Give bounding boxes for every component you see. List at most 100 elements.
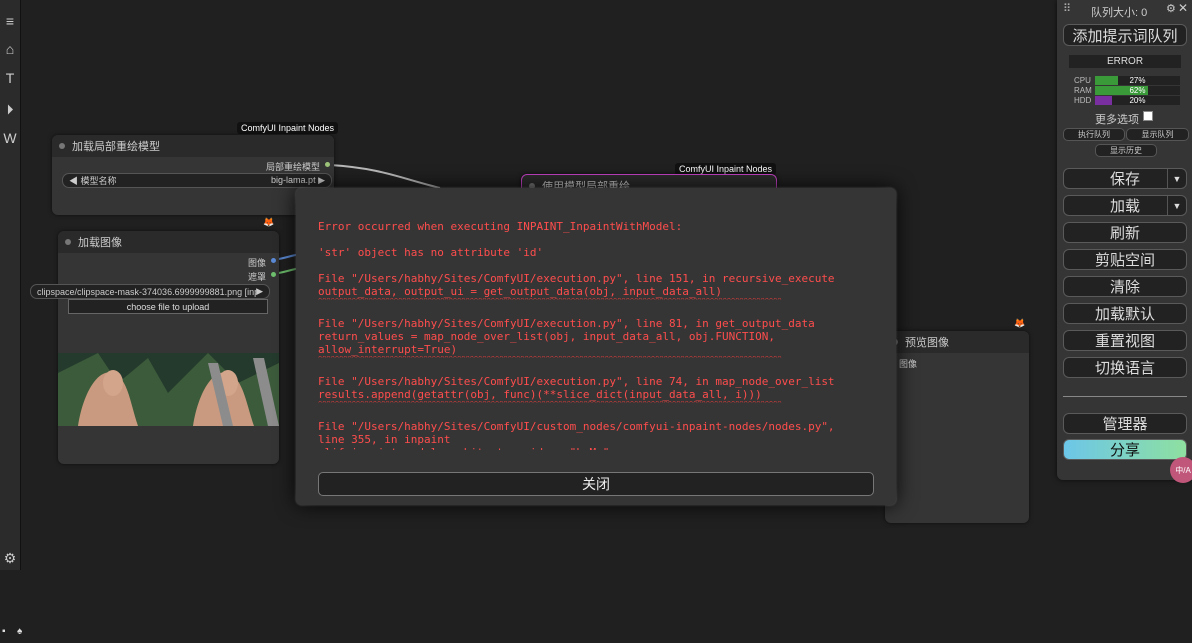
error-block: File "/Users/habhy/Sites/ComfyUI/executi… bbox=[318, 317, 878, 362]
model-name-select[interactable]: ◀ 模型名称 big-lama.pt ▶ bbox=[62, 173, 332, 188]
output-image-label: 图像 bbox=[247, 258, 266, 268]
meter-bar: 62% bbox=[1095, 86, 1180, 95]
error-caret-marker: ^^^^^^^^^^^^^^^^^^^^^^^^^^^^^^^^^^^^^^^^… bbox=[318, 356, 782, 362]
more-options-checkbox[interactable] bbox=[1143, 111, 1153, 121]
collapse-dot-icon[interactable] bbox=[65, 239, 71, 245]
output-port[interactable] bbox=[325, 162, 330, 167]
usage-meter: CPU 27% bbox=[1074, 76, 1184, 85]
save-button[interactable]: 保存 ▼ bbox=[1063, 168, 1187, 189]
language-float-button[interactable]: 中/A bbox=[1170, 457, 1192, 483]
error-line: allow_interrupt=True) bbox=[318, 343, 458, 356]
more-options-label: 更多选项 bbox=[1095, 114, 1139, 126]
combo-value: clipspace/clipspace-mask-374036.69999998… bbox=[37, 286, 257, 297]
meter-value: 62% bbox=[1129, 86, 1146, 95]
error-line: File "/Users/habhy/Sites/ComfyUI/executi… bbox=[318, 317, 815, 330]
show-history-button[interactable]: 显示历史 bbox=[1095, 144, 1157, 157]
error-line: output_data, output_ui = get_output_data… bbox=[318, 285, 722, 298]
show-queue-button[interactable]: 显示队列 bbox=[1126, 128, 1189, 141]
status-indicator: ERROR bbox=[1069, 55, 1181, 68]
node-title-text: 加载局部重绘模型 bbox=[72, 141, 160, 153]
meter-label: HDD bbox=[1074, 96, 1092, 105]
error-dialog: Error occurred when executing INPAINT_In… bbox=[296, 188, 896, 505]
upload-button[interactable]: choose file to upload bbox=[68, 299, 268, 314]
share-button[interactable]: 分享 bbox=[1063, 439, 1187, 460]
node-title: 加载局部重绘模型 bbox=[52, 135, 334, 157]
drag-handle-icon[interactable]: ⠿ bbox=[1063, 2, 1071, 15]
save-dropdown-icon[interactable]: ▼ bbox=[1167, 169, 1186, 188]
clear-button[interactable]: 清除 bbox=[1063, 276, 1187, 297]
error-line: results.append(getattr(obj, func)(**slic… bbox=[318, 388, 762, 401]
meter-value: 27% bbox=[1129, 76, 1146, 85]
settings-gear-icon[interactable]: ⚙ bbox=[1166, 2, 1176, 15]
load-button[interactable]: 加载 ▼ bbox=[1063, 195, 1187, 216]
node-title: 预览图像 bbox=[885, 331, 1029, 353]
error-line: return_values = map_node_over_list(obj, … bbox=[318, 330, 775, 343]
workflow-icon[interactable]: W bbox=[0, 126, 20, 150]
link-model bbox=[329, 164, 441, 189]
image-preview bbox=[58, 353, 279, 426]
node-badge-icon: 🦊 bbox=[263, 217, 275, 227]
error-block: Error occurred when executing INPAINT_In… bbox=[318, 220, 878, 233]
close-icon[interactable]: ✕ bbox=[1178, 1, 1188, 15]
reset-view-button[interactable]: 重置视图 bbox=[1063, 330, 1187, 351]
error-line: File "/Users/habhy/Sites/ComfyUI/executi… bbox=[318, 272, 835, 285]
combo-left-arrow[interactable]: ◀ 模型名称 bbox=[69, 174, 117, 187]
close-button[interactable]: 关闭 bbox=[318, 472, 874, 496]
queue-size: 队列大小: 0 bbox=[1091, 7, 1148, 19]
manager-button[interactable]: 管理器 bbox=[1063, 413, 1187, 434]
node-badge-icon: 🦊 bbox=[1014, 318, 1026, 328]
terminal-icon[interactable]: ▪ bbox=[2, 626, 6, 637]
collapse-dot-icon[interactable] bbox=[59, 143, 65, 149]
error-block: File "/Users/habhy/Sites/ComfyUI/executi… bbox=[318, 272, 878, 304]
queue-prompt-button[interactable]: 添加提示词队列 bbox=[1063, 24, 1187, 46]
left-toolbar: ≡ ⌂ T ⏵ W ⚙ bbox=[0, 0, 21, 570]
error-line: File "/Users/habhy/Sites/ComfyUI/custom_… bbox=[318, 420, 835, 433]
node-title-text: 预览图像 bbox=[905, 337, 949, 349]
error-line: line 355, in inpaint bbox=[318, 433, 451, 446]
preview-image-node[interactable]: 预览图像 图像 bbox=[885, 331, 1029, 523]
load-inpaint-model-node[interactable]: 加载局部重绘模型 局部重绘模型 ◀ 模型名称 big-lama.pt ▶ bbox=[52, 135, 334, 215]
error-block: File "/Users/habhy/Sites/ComfyUI/executi… bbox=[318, 375, 878, 407]
preview-image-art bbox=[58, 353, 279, 426]
error-caret-marker: ^^^^^^^^^^^^^^^^^^^^^^^^^^^^^^^^^^^^^^^^… bbox=[318, 298, 782, 304]
queue-panel: ⠿ 队列大小: 0 ⚙ ✕ 添加提示词队列 ERROR CPU 27% RAM 62%… bbox=[1057, 0, 1192, 480]
meter-label: RAM bbox=[1074, 86, 1092, 95]
meter-bar: 27% bbox=[1095, 76, 1180, 85]
node-icon[interactable]: ⏵ bbox=[0, 97, 20, 121]
settings-icon[interactable]: ⚙ bbox=[0, 546, 20, 570]
combo-right-arrow[interactable]: ▶ bbox=[256, 286, 263, 297]
bell-icon[interactable]: ♠ bbox=[17, 626, 22, 637]
node-title: 加载图像 bbox=[58, 231, 279, 253]
load-image-node[interactable]: 加载图像 图像 遮罩 choose file to upload bbox=[58, 231, 279, 464]
output-mask-label: 遮罩 bbox=[247, 272, 266, 282]
image-file-select[interactable]: clipspace/clipspace-mask-374036.69999998… bbox=[30, 284, 270, 299]
menu-icon[interactable]: ≡ bbox=[0, 9, 20, 33]
graph-canvas[interactable]: ≡ ⌂ T ⏵ W ⚙ ▪ ♠ ComfyUI Inpaint Nodes 加载… bbox=[0, 0, 1192, 643]
node-title-text: 加载图像 bbox=[78, 237, 122, 249]
output-image-port[interactable] bbox=[271, 258, 276, 263]
error-message: Error occurred when executing INPAINT_In… bbox=[318, 220, 878, 450]
node-source-badge: ComfyUI Inpaint Nodes bbox=[237, 122, 339, 134]
meter-bar: 20% bbox=[1095, 96, 1180, 105]
usage-meter: RAM 62% bbox=[1074, 86, 1184, 95]
error-caret-marker: ^^^^^^^^^^^^^^^^^^^^^^^^^^^^^^^^^^^^^^^^… bbox=[318, 401, 782, 407]
error-block: File "/Users/habhy/Sites/ComfyUI/custom_… bbox=[318, 420, 878, 450]
switch-language-button[interactable]: 切换语言 bbox=[1063, 357, 1187, 378]
home-icon[interactable]: ⌂ bbox=[0, 37, 20, 61]
load-default-button[interactable]: 加载默认 bbox=[1063, 303, 1187, 324]
text-icon[interactable]: T bbox=[0, 66, 20, 90]
error-block: 'str' object has no attribute 'id' bbox=[318, 246, 878, 259]
input-image-label: 图像 bbox=[899, 359, 918, 369]
clipspace-button[interactable]: 剪贴空间 bbox=[1063, 249, 1187, 270]
panel-divider bbox=[1063, 396, 1187, 397]
output-mask-port[interactable] bbox=[271, 272, 276, 277]
meter-value: 20% bbox=[1129, 96, 1146, 105]
combo-value: big-lama.pt bbox=[271, 175, 316, 185]
load-dropdown-icon[interactable]: ▼ bbox=[1167, 196, 1186, 215]
exec-queue-button[interactable]: 执行队列 bbox=[1063, 128, 1125, 141]
error-line: Error occurred when executing INPAINT_In… bbox=[318, 220, 683, 233]
output-label: 局部重绘模型 bbox=[265, 162, 320, 172]
meter-label: CPU bbox=[1074, 76, 1091, 85]
usage-meter: HDD 20% bbox=[1074, 96, 1184, 105]
refresh-button[interactable]: 刷新 bbox=[1063, 222, 1187, 243]
